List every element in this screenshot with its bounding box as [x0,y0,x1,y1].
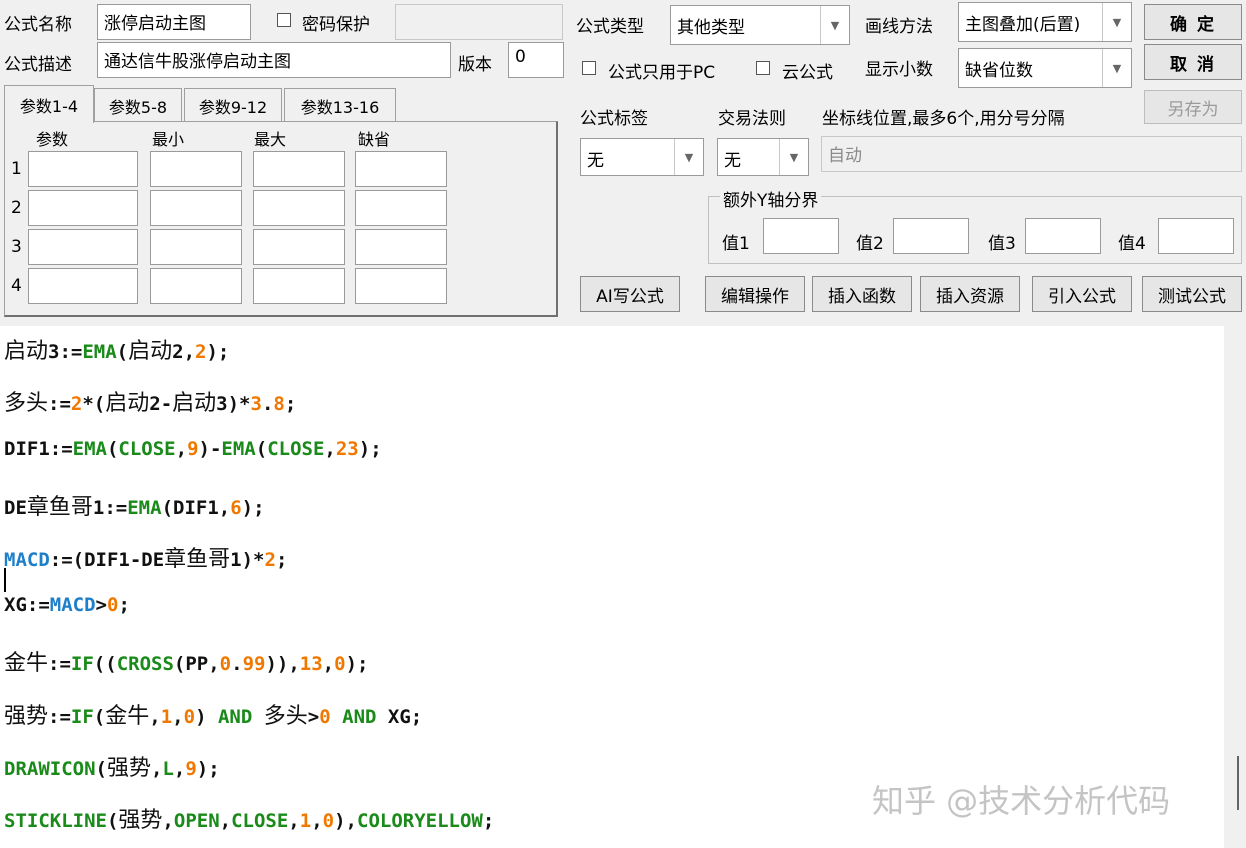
param-row-number: 1 [11,159,22,179]
trade-rule-value: 无 [724,151,741,171]
code-line: 金牛:=IF((CROSS(PP,0.99)),13,0); [4,651,369,676]
y-value-label: 值2 [856,234,884,254]
decimals-value: 缺省位数 [965,61,1033,81]
param-header-name: 参数 [36,130,69,149]
scrollbar[interactable] [1224,326,1246,848]
param-max-input[interactable] [253,151,345,187]
code-line: DE章鱼哥1:=EMA(DIF1,6); [4,495,265,520]
param-default-input[interactable] [355,268,447,304]
param-name-input[interactable] [28,151,138,187]
draw-method-select[interactable]: 主图叠加(后置) ▼ [958,2,1132,42]
param-default-input[interactable] [355,229,447,265]
insert-resource-button[interactable]: 插入资源 [920,276,1020,312]
formula-name-label: 公式名称 [4,15,72,35]
password-label: 密码保护 [302,15,370,35]
param-min-input[interactable] [150,151,242,187]
draw-method-label: 画线方法 [865,17,933,37]
param-name-input[interactable] [28,268,138,304]
formula-desc-label: 公式描述 [4,55,72,75]
code-line: 多头:=2*(启动2-启动3)*3.8; [4,391,297,416]
cloud-label: 云公式 [782,63,833,83]
tab-params-5-8[interactable]: 参数5-8 [94,88,182,122]
ok-button[interactable]: 确 定 [1144,4,1242,40]
watermark: 知乎 @技术分析代码 [872,782,1171,820]
chevron-down-icon: ▼ [674,139,703,175]
password-input [395,4,563,40]
tab-params-13-16[interactable]: 参数13-16 [284,88,396,122]
chevron-down-icon: ▼ [779,139,808,175]
formula-tag-label: 公式标签 [580,109,648,129]
code-line: XG:=MACD>0; [4,594,130,616]
coord-lines-label: 坐标线位置,最多6个,用分号分隔 [822,109,1065,129]
formula-type-value: 其他类型 [677,18,745,38]
param-max-input[interactable] [253,268,345,304]
param-name-input[interactable] [28,190,138,226]
password-checkbox[interactable] [277,13,291,27]
cloud-checkbox[interactable] [756,61,770,75]
param-header-min: 最小 [152,130,185,149]
tab-params-9-12[interactable]: 参数9-12 [184,88,282,122]
edit-ops-button[interactable]: 编辑操作 [705,276,805,312]
param-row-number: 2 [11,198,22,218]
pc-only-checkbox[interactable] [582,61,596,75]
formula-name-input[interactable]: 涨停启动主图 [97,4,251,40]
param-name-input[interactable] [28,229,138,265]
param-row-number: 4 [11,276,22,296]
yaxis-group-title: 额外Y轴分界 [720,186,822,211]
code-line: DRAWICON(强势,L,9); [4,756,220,781]
formula-tag-select[interactable]: 无 ▼ [580,138,704,176]
save-as-button[interactable]: 另存为 [1144,90,1242,124]
ai-write-button[interactable]: AI写公式 [580,276,680,312]
param-default-input[interactable] [355,190,447,226]
chevron-down-icon: ▼ [820,6,849,44]
param-max-input[interactable] [253,190,345,226]
param-min-input[interactable] [150,268,242,304]
y-value-label: 值1 [722,234,750,254]
decimals-select[interactable]: 缺省位数 ▼ [958,48,1132,88]
text-caret [4,568,6,592]
code-line: 启动3:=EMA(启动2,2); [4,339,230,364]
version-label: 版本 [458,55,492,75]
y-value-label: 值3 [988,234,1016,254]
param-max-input[interactable] [253,229,345,265]
draw-method-value: 主图叠加(后置) [965,15,1081,35]
param-default-input[interactable] [355,151,447,187]
cancel-button[interactable]: 取 消 [1144,44,1242,80]
chevron-down-icon: ▼ [1102,3,1131,41]
y-value-3-input[interactable] [1025,218,1101,254]
trade-rule-label: 交易法则 [718,109,786,129]
formula-type-label: 公式类型 [576,17,644,37]
tab-params-1-4[interactable]: 参数1-4 [4,85,94,123]
chevron-down-icon: ▼ [1102,49,1131,87]
param-min-input[interactable] [150,229,242,265]
import-formula-button[interactable]: 引入公式 [1032,276,1132,312]
code-line: 强势:=IF(金牛,1,0) AND 多头>0 AND XG; [4,704,423,729]
coord-lines-input[interactable]: 自动 [821,136,1242,172]
version-input[interactable]: 0 [508,42,564,78]
decimals-label: 显示小数 [865,60,933,80]
code-line: STICKLINE(强势,OPEN,CLOSE,1,0),COLORYELLOW… [4,808,495,833]
param-min-input[interactable] [150,190,242,226]
param-row-number: 3 [11,237,22,257]
param-header-max: 最大 [254,130,287,149]
trade-rule-select[interactable]: 无 ▼ [717,138,809,176]
y-value-4-input[interactable] [1158,218,1234,254]
code-line: MACD:=(DIF1-DE章鱼哥1)*2; [4,547,288,572]
y-value-2-input[interactable] [893,218,969,254]
insert-function-button[interactable]: 插入函数 [812,276,912,312]
y-value-label: 值4 [1118,234,1146,254]
formula-desc-input[interactable]: 通达信牛股涨停启动主图 [97,42,451,78]
test-formula-button[interactable]: 测试公式 [1142,276,1242,312]
y-value-1-input[interactable] [763,218,839,254]
pc-only-label: 公式只用于PC [608,63,716,83]
scrollbar-thumb[interactable] [1237,756,1239,810]
formula-tag-value: 无 [587,151,604,171]
formula-type-select[interactable]: 其他类型 ▼ [670,5,850,45]
param-header-default: 缺省 [358,130,391,149]
code-line: DIF1:=EMA(CLOSE,9)-EMA(CLOSE,23); [4,438,382,460]
